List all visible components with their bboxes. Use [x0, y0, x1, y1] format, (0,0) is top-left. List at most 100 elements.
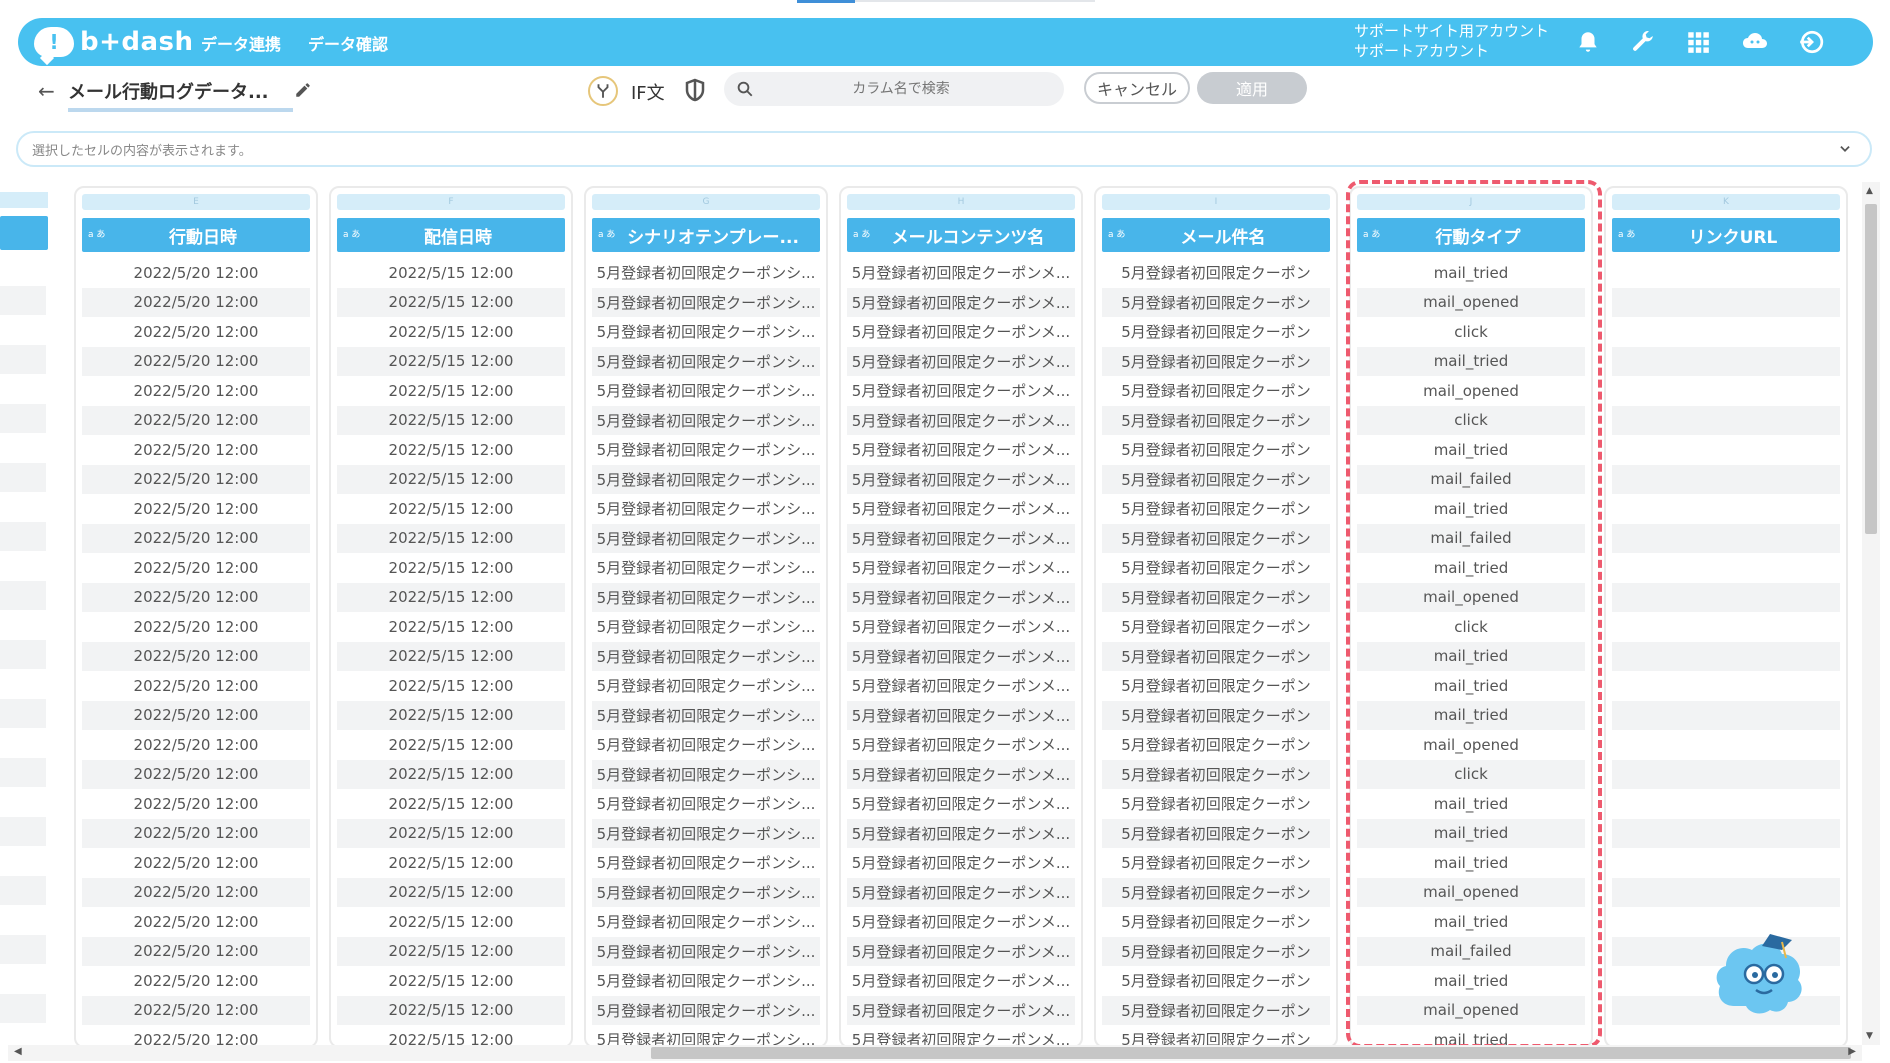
table-cell[interactable]	[0, 875, 46, 905]
table-cell[interactable]: 5月登録者初回限定クーポンメ...	[847, 612, 1075, 642]
table-cell[interactable]: 2022/5/15 12:00	[337, 877, 565, 907]
table-cell[interactable]: 5月登録者初回限定クーポンシ...	[592, 287, 820, 317]
table-cell[interactable]: 5月登録者初回限定クーポンシ...	[592, 641, 820, 671]
column-header[interactable]: a あ メール件名	[1102, 218, 1330, 252]
table-cell[interactable]: 2022/5/15 12:00	[337, 848, 565, 878]
table-cell[interactable]	[1612, 582, 1840, 612]
table-cell[interactable]: 2022/5/20 12:00	[82, 641, 310, 671]
cancel-button[interactable]: キャンセル	[1084, 72, 1190, 104]
table-cell[interactable]: click	[1357, 317, 1585, 347]
account-info[interactable]: サポートサイト用アカウント サポートアカウント	[1354, 21, 1549, 61]
table-cell[interactable]: 5月登録者初回限定クーポンメ...	[847, 641, 1075, 671]
table-cell[interactable]: 2022/5/15 12:00	[337, 405, 565, 435]
table-cell[interactable]: mail_tried	[1357, 789, 1585, 819]
column-header[interactable]: a あ 行動タイプ	[1357, 218, 1585, 252]
table-cell[interactable]: 5月登録者初回限定クーポン	[1102, 936, 1330, 966]
table-cell[interactable]: 5月登録者初回限定クーポンメ...	[847, 464, 1075, 494]
column-header[interactable]: a あ 行動日時	[82, 218, 310, 252]
column-partial[interactable]	[0, 186, 60, 1045]
table-cell[interactable]: 5月登録者初回限定クーポンメ...	[847, 258, 1075, 288]
table-cell[interactable]: 2022/5/15 12:00	[337, 759, 565, 789]
nav-data-check[interactable]: データ確認	[308, 31, 388, 55]
column-header[interactable]: a あ 配信日時	[337, 218, 565, 252]
branch-icon[interactable]	[588, 76, 618, 106]
table-cell[interactable]: 2022/5/15 12:00	[337, 494, 565, 524]
table-cell[interactable]: click	[1357, 612, 1585, 642]
table-cell[interactable]: 5月登録者初回限定クーポンメ...	[847, 523, 1075, 553]
table-cell[interactable]: 5月登録者初回限定クーポンメ...	[847, 671, 1075, 701]
logout-icon[interactable]	[1796, 27, 1826, 57]
table-cell[interactable]: 5月登録者初回限定クーポン	[1102, 376, 1330, 406]
column-header[interactable]: a あ シナリオテンプレー...	[592, 218, 820, 252]
table-cell[interactable]: click	[1357, 759, 1585, 789]
table-cell[interactable]	[1612, 464, 1840, 494]
table-cell[interactable]: 2022/5/20 12:00	[82, 759, 310, 789]
table-cell[interactable]: 5月登録者初回限定クーポン	[1102, 818, 1330, 848]
column-header[interactable]: a あ リンクURL	[1612, 218, 1840, 252]
table-cell[interactable]	[1612, 671, 1840, 701]
table-cell[interactable]: 5月登録者初回限定クーポンシ...	[592, 936, 820, 966]
table-cell[interactable]: 5月登録者初回限定クーポンシ...	[592, 877, 820, 907]
table-cell[interactable]: 5月登録者初回限定クーポンメ...	[847, 818, 1075, 848]
table-cell[interactable]	[1612, 1025, 1840, 1045]
table-cell[interactable]: 5月登録者初回限定クーポンシ...	[592, 464, 820, 494]
table-cell[interactable]: 2022/5/15 12:00	[337, 818, 565, 848]
table-cell[interactable]: 2022/5/20 12:00	[82, 612, 310, 642]
table-cell[interactable]: mail_opened	[1357, 995, 1585, 1025]
table-cell[interactable]	[1612, 848, 1840, 878]
table-cell[interactable]	[1612, 258, 1840, 288]
column-header[interactable]: a あ メールコンテンツ名	[847, 218, 1075, 252]
table-cell[interactable]: 5月登録者初回限定クーポンシ...	[592, 966, 820, 996]
table-cell[interactable]: click	[1357, 405, 1585, 435]
table-cell[interactable]: 5月登録者初回限定クーポンメ...	[847, 877, 1075, 907]
table-cell[interactable]: mail_tried	[1357, 907, 1585, 937]
chevron-down-icon[interactable]	[1838, 141, 1852, 160]
scroll-down-icon[interactable]: ▼	[1866, 1031, 1873, 1041]
table-cell[interactable]: 5月登録者初回限定クーポンシ...	[592, 1025, 820, 1045]
table-cell[interactable]: 5月登録者初回限定クーポンメ...	[847, 907, 1075, 937]
table-cell[interactable]: 5月登録者初回限定クーポンメ...	[847, 317, 1075, 347]
table-cell[interactable]: 2022/5/15 12:00	[337, 730, 565, 760]
table-cell[interactable]	[0, 285, 46, 315]
table-cell[interactable]: 5月登録者初回限定クーポン	[1102, 907, 1330, 937]
search-input[interactable]	[764, 80, 1038, 98]
table-cell[interactable]	[1612, 435, 1840, 465]
column-header[interactable]	[0, 216, 48, 250]
table-cell[interactable]: mail_tried	[1357, 346, 1585, 376]
table-cell[interactable]	[1612, 700, 1840, 730]
table-cell[interactable]	[1612, 346, 1840, 376]
table-cell[interactable]: 2022/5/20 12:00	[82, 671, 310, 701]
table-cell[interactable]: 2022/5/20 12:00	[82, 1025, 310, 1045]
table-cell[interactable]	[0, 639, 46, 669]
table-cell[interactable]	[0, 905, 46, 935]
table-cell[interactable]: 2022/5/15 12:00	[337, 612, 565, 642]
table-cell[interactable]: 2022/5/20 12:00	[82, 287, 310, 317]
table-cell[interactable]	[0, 669, 46, 699]
bell-icon[interactable]	[1573, 27, 1603, 57]
table-cell[interactable]: 2022/5/20 12:00	[82, 936, 310, 966]
table-cell[interactable]: 5月登録者初回限定クーポンメ...	[847, 730, 1075, 760]
table-cell[interactable]	[0, 993, 46, 1023]
table-cell[interactable]: 5月登録者初回限定クーポンシ...	[592, 700, 820, 730]
table-cell[interactable]: mail_tried	[1357, 1025, 1585, 1045]
table-cell[interactable]: 5月登録者初回限定クーポンシ...	[592, 258, 820, 288]
table-cell[interactable]: 5月登録者初回限定クーポンメ...	[847, 936, 1075, 966]
table-cell[interactable]: 2022/5/20 12:00	[82, 995, 310, 1025]
mascot-help-icon[interactable]	[1714, 928, 1808, 1020]
apps-grid-icon[interactable]	[1683, 27, 1713, 57]
table-cell[interactable]	[0, 787, 46, 817]
column-action-datetime[interactable]: E a あ 行動日時 2022/5/20 12:00 2022/5/20 12:0…	[74, 186, 318, 1045]
table-cell[interactable]	[0, 964, 46, 994]
table-cell[interactable]: 5月登録者初回限定クーポンシ...	[592, 907, 820, 937]
table-cell[interactable]: 5月登録者初回限定クーポンメ...	[847, 1025, 1075, 1045]
table-cell[interactable]	[1612, 818, 1840, 848]
table-cell[interactable]: 5月登録者初回限定クーポン	[1102, 258, 1330, 288]
table-cell[interactable]: mail_opened	[1357, 287, 1585, 317]
table-cell[interactable]: 2022/5/20 12:00	[82, 376, 310, 406]
pencil-icon[interactable]	[294, 81, 312, 103]
dataset-title[interactable]: メール行動ログデータ...	[68, 78, 293, 112]
table-cell[interactable]	[0, 344, 46, 374]
app-logo[interactable]: ! b+dash	[34, 26, 194, 58]
table-cell[interactable]: 2022/5/20 12:00	[82, 700, 310, 730]
table-cell[interactable]: 5月登録者初回限定クーポン	[1102, 877, 1330, 907]
